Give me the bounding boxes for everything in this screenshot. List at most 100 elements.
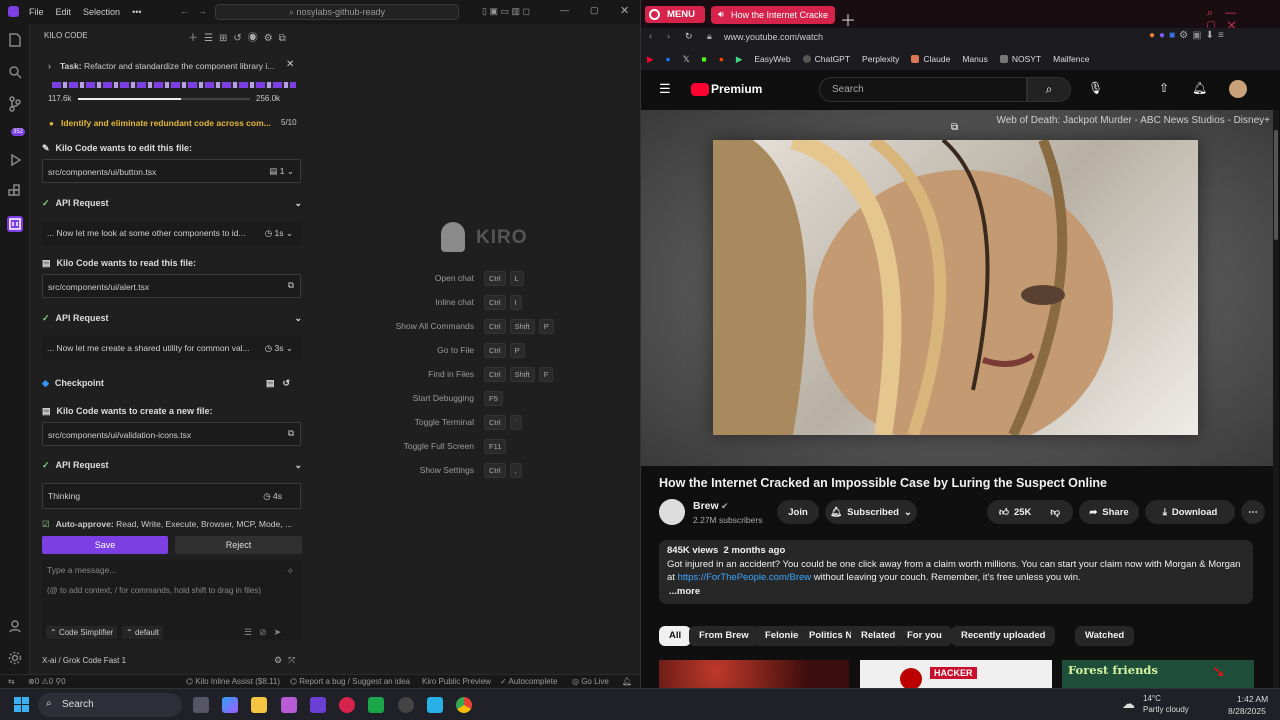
panel-toolbar-icons[interactable]: ＋☰⊞↺◉⚙⧉: [188, 29, 292, 44]
back-icon[interactable]: ‹: [649, 31, 652, 41]
reload-icon[interactable]: ↻: [685, 31, 693, 42]
read-file-path[interactable]: src/components/ui/alert.tsx ⧉: [42, 274, 301, 298]
shortcut-label[interactable]: Open chat: [435, 273, 474, 283]
shortcut-label[interactable]: Go to File: [437, 345, 474, 355]
bookmark-mailfence[interactable]: Mailfence: [1053, 54, 1089, 64]
report-bug-link[interactable]: ⌬ Report a bug / Suggest an idea: [290, 677, 410, 686]
reject-button[interactable]: Reject: [175, 536, 302, 554]
video-player[interactable]: Web of Death: Jackpot Murder - ABC News …: [641, 110, 1275, 466]
github-app-icon[interactable]: [398, 697, 414, 713]
source-control-icon[interactable]: [7, 96, 23, 112]
url-field[interactable]: www.youtube.com/watch: [724, 32, 823, 42]
clock-date[interactable]: 8/28/2025: [1228, 706, 1266, 716]
youtube-bookmark-icon[interactable]: ▶: [647, 54, 654, 65]
audio-playing-icon[interactable]: 🔊︎: [718, 9, 724, 20]
account-icon[interactable]: [7, 618, 23, 634]
api-request-1-detail[interactable]: ... Now let me look at some other compon…: [42, 221, 301, 245]
forward-icon[interactable]: ›: [667, 31, 670, 41]
remote-icon[interactable]: ⇆: [8, 677, 15, 686]
shortcut-label[interactable]: Start Debugging: [413, 393, 474, 403]
kiro-app-icon[interactable]: [281, 697, 297, 713]
upload-icon[interactable]: ⇧: [1159, 81, 1169, 95]
facebook-bookmark-icon[interactable]: ●: [666, 54, 671, 64]
kick-bookmark-icon[interactable]: ■: [702, 54, 707, 64]
thumbnail-2[interactable]: HACKER: [860, 660, 1052, 688]
task-view-icon[interactable]: [193, 697, 209, 713]
download-button[interactable]: ⤓ Download: [1145, 500, 1235, 524]
chip-for-you[interactable]: For you: [897, 626, 952, 646]
minimize-icon[interactable]: —: [560, 5, 569, 15]
spreadsheet-app-icon[interactable]: [368, 697, 384, 713]
model-label[interactable]: X-ai / Grok Code Fast 1: [42, 656, 126, 665]
edit-file-path[interactable]: src/components/ui/button.tsx ▤ 1 ⌄: [42, 159, 301, 183]
play-bookmark-icon[interactable]: ▶: [736, 54, 743, 65]
like-dislike-group[interactable]: 👍︎ 25K 👎︎: [987, 500, 1073, 524]
avatar[interactable]: [1229, 80, 1247, 98]
enhance-prompt-icon[interactable]: ✧: [286, 566, 294, 577]
youtube-logo-icon[interactable]: [691, 83, 709, 96]
miniplayer-icon[interactable]: ⧉: [951, 122, 958, 133]
command-center[interactable]: ⌕ nosylabs-github-ready: [215, 4, 459, 20]
shortcut-label[interactable]: Show All Commands: [396, 321, 474, 331]
chevron-right-icon[interactable]: ›: [48, 61, 51, 71]
description-box[interactable]: 845K views 2 months ago Got injured in a…: [659, 540, 1253, 604]
chip-all[interactable]: All: [659, 626, 692, 646]
auto-approve-row[interactable]: ☑ Auto-approve: Read, Write, Execute, Bro…: [42, 519, 300, 530]
more-menu-icon[interactable]: •••: [132, 7, 141, 17]
channel-avatar[interactable]: [659, 499, 685, 525]
active-tab[interactable]: How the Internet Cracke: [711, 6, 835, 24]
api-request-3-header[interactable]: ✓ API Request ⌄: [42, 460, 302, 471]
api-request-1-header[interactable]: ✓ API Request ⌄: [42, 198, 302, 209]
chip-from-brew[interactable]: From Brew: [689, 626, 759, 646]
inline-assist-status[interactable]: ⌬ Kilo Inline Assist ($8.11): [186, 677, 280, 686]
x-bookmark-icon[interactable]: 𝕏: [683, 54, 690, 65]
task-header[interactable]: Task: Refactor and standardize the compo…: [60, 61, 290, 71]
search-button[interactable]: ⌕: [1027, 77, 1071, 102]
shortcut-label[interactable]: Toggle Full Screen: [404, 441, 474, 451]
shortcut-label[interactable]: Find in Files: [428, 369, 474, 379]
bookmark-manus[interactable]: Manus: [962, 54, 988, 64]
youtube-premium-label[interactable]: Premium: [711, 82, 762, 96]
explorer-icon[interactable]: [7, 32, 23, 48]
menu-file[interactable]: File: [29, 7, 44, 17]
extension-icons[interactable]: ●●■⚙▣⬇≡: [1149, 30, 1228, 41]
search-input[interactable]: Search: [819, 77, 1027, 102]
weather-temp[interactable]: 14°C: [1143, 694, 1161, 703]
copilot-icon[interactable]: [222, 697, 238, 713]
maximize-icon[interactable]: ▢: [590, 5, 599, 16]
go-live-button[interactable]: ◎ Go Live: [572, 677, 609, 686]
shortcut-label[interactable]: Show Settings: [420, 465, 474, 475]
menu-edit[interactable]: Edit: [56, 7, 72, 17]
chrome-app-icon[interactable]: [456, 697, 472, 713]
bookmark-chatgpt[interactable]: ChatGPT: [802, 54, 850, 64]
mode-selector[interactable]: ⌃ Code Simplifier: [46, 626, 118, 639]
bookmark-easyweb[interactable]: EasyWeb: [754, 54, 790, 64]
share-button[interactable]: ➦ Share: [1079, 500, 1139, 524]
channel-name[interactable]: Brew: [693, 500, 719, 512]
description-link[interactable]: https://ForThePeople.com/Brew: [678, 572, 812, 583]
chip-recently-uploaded[interactable]: Recently uploaded: [951, 626, 1056, 646]
problems-indicator[interactable]: ⊗0 ⚠0 ⚲0: [28, 677, 66, 686]
profile-selector[interactable]: ⌃ default: [122, 626, 163, 639]
thumbnail-1[interactable]: [659, 660, 849, 688]
notifications-icon[interactable]: 🔔︎: [1192, 81, 1207, 95]
shortcut-label[interactable]: Inline chat: [435, 297, 474, 307]
notifications-bell-icon[interactable]: 🔔︎: [622, 677, 632, 686]
thinking-box[interactable]: Thinking ◷ 4s: [42, 483, 301, 509]
bookmark-claude[interactable]: Claude: [911, 54, 950, 64]
chip-watched[interactable]: Watched: [1075, 626, 1135, 646]
search-icon[interactable]: [7, 64, 23, 80]
api-request-2-header[interactable]: ✓ API Request ⌄: [42, 313, 302, 324]
bookmark-nosyt[interactable]: NOSYT: [999, 54, 1041, 64]
voice-search-icon[interactable]: 🎙︎: [1088, 81, 1103, 95]
file-explorer-icon[interactable]: [251, 697, 267, 713]
task-close-icon[interactable]: ✕: [286, 59, 294, 70]
todo-text[interactable]: Identify and eliminate redundant code ac…: [61, 118, 271, 128]
subscribed-button[interactable]: 🔔︎ Subscribed ⌄: [825, 500, 917, 524]
kilo-code-icon[interactable]: [7, 216, 23, 232]
reddit-bookmark-icon[interactable]: ●: [719, 54, 724, 64]
save-button[interactable]: Save: [42, 536, 168, 554]
hamburger-menu-icon[interactable]: ☰: [659, 81, 671, 97]
taskbar-search[interactable]: ⌕ Search: [38, 693, 182, 717]
clock-time[interactable]: 1:42 AM: [1237, 694, 1268, 704]
